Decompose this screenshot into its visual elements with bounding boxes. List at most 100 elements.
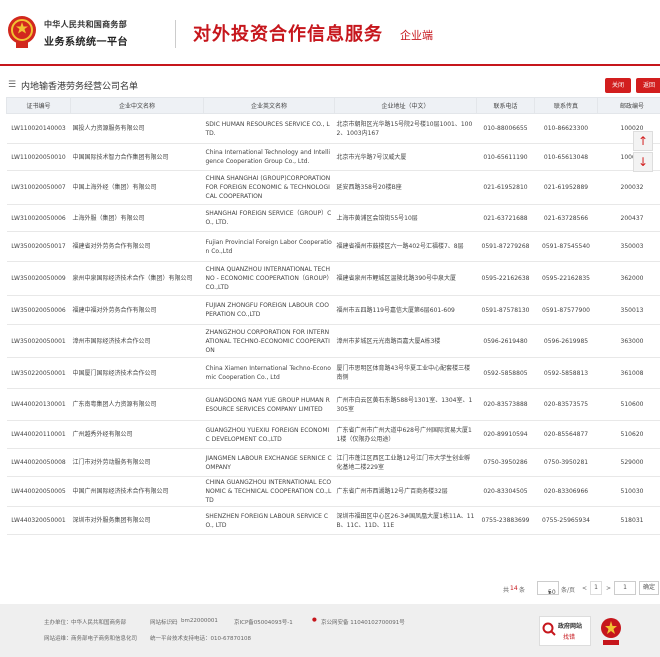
cert-number: LW310020050006: [6, 204, 71, 232]
scroll-down-button[interactable]: ↓: [633, 152, 653, 172]
fax: 010-65613048: [534, 143, 598, 171]
table-row[interactable]: LW440020130001 广东南粤集团人力资源有限公司 GUANGDONG NA…: [6, 388, 660, 421]
cert-number: LW440320050001: [6, 506, 71, 535]
table-row[interactable]: LW440020050005 中国广州国际经济技术合作有限公司 CHINA GUAN…: [6, 476, 660, 507]
arrow-down-icon: ↓: [637, 155, 649, 169]
phone: 0595-22162638: [476, 261, 535, 296]
company-address: 福建省福州市鼓楼区六一路402号汇福楼7、8层: [334, 231, 477, 262]
goto-input[interactable]: 1: [614, 581, 636, 595]
company-address: 深圳市福田区中心区26-3#国凤凰大厦1栋11A、11B、11C、11D、11E: [334, 506, 477, 535]
hotline: 统一平台技术支持电话：010-67870108: [150, 636, 251, 642]
cert-number: LW350220050001: [6, 357, 71, 389]
company-name-cn: 广东南粤集团人力资源有限公司: [70, 388, 204, 421]
company-name-en: GUANGDONG NAM YUE GROUP HUMAN RESOURCE S…: [203, 388, 335, 421]
cert-number: LW440020110001: [6, 420, 71, 449]
company-name-en: CHINA SHANGHAI (GROUP)CORPORATION FOR FO…: [203, 170, 335, 205]
phone: 010-65611190: [476, 143, 535, 171]
scroll-up-button[interactable]: ↑: [633, 131, 653, 151]
table-row[interactable]: LW350220050001 中国厦门国际经济技术合作公司 China Xiamen…: [6, 357, 660, 389]
postal-code: 200032: [597, 170, 660, 205]
fax: 010-86623300: [534, 113, 598, 144]
phone: 0592-5858805: [476, 357, 535, 389]
phone: 020-89910594: [476, 420, 535, 449]
table-row[interactable]: LW110020050010 中国国际技术智力合作集团有限公司 China Inte…: [6, 143, 660, 171]
table-row[interactable]: LW350020050006 福建中福对外劳务合作有限公司 FUJIAN ZHONG…: [6, 295, 660, 325]
section-toolbar: ☰ 内地输香港劳务经营公司名单 关闭 返回: [0, 74, 660, 96]
column-header: 企业地址（中文）: [334, 97, 477, 114]
postal-code: 510620: [597, 420, 660, 449]
total-prefix: 共: [503, 587, 510, 594]
fax: 020-85564877: [534, 420, 598, 449]
table-row[interactable]: LW310020050007 中国上海外经（集团）有限公司 CHINA SHANGH…: [6, 170, 660, 205]
page-size-select[interactable]: 50 ▾: [537, 581, 559, 596]
table-row[interactable]: LW310020050006 上海外服（集团）有限公司 SHANGHAI FOREI…: [6, 204, 660, 232]
sponsor-label: 主办单位：: [44, 620, 72, 626]
table-row[interactable]: LW440020110001 广州越秀外经有限公司 GUANGZHOU YUEXIU…: [6, 420, 660, 449]
cert-number: LW350020050001: [6, 324, 71, 358]
company-name-cn: 福建省对外劳务合作有限公司: [70, 231, 204, 262]
table-row[interactable]: LW350020050009 泉州中泉国际经济技术合作（集团）有限公司 CHINA …: [6, 261, 660, 296]
cert-number: LW350020050017: [6, 231, 71, 262]
company-address: 福建省泉州市鲤城区温陵北路390号中泉大厦: [334, 261, 477, 296]
table-row[interactable]: LW440320050001 深圳市对外服务集团有限公司 SHENZHEN FORE…: [6, 506, 660, 535]
company-address: 江门市蓬江区西区工业路12号江门市大学生创业孵化基地二楼229室: [334, 448, 477, 477]
list-icon: ☰: [8, 80, 17, 90]
company-name-en: CHINA GUANGZHOU INTERNATIONAL ECONOMIC &…: [203, 476, 335, 507]
find-error-label: 找错: [563, 634, 576, 641]
postal-code: 362000: [597, 261, 660, 296]
company-name-en: FUJIAN ZHONGFU FOREIGN LABOUR COOPERATIO…: [203, 295, 335, 325]
police-record: 京公网安备 11040102700091号: [321, 620, 405, 626]
fax: 0591-87545540: [534, 231, 598, 262]
cert-number: LW110020140003: [6, 113, 71, 144]
postal-code: 350013: [597, 295, 660, 325]
phone: 020-83573888: [476, 388, 535, 421]
fax: 0755-25965934: [534, 506, 598, 535]
header-divider: [175, 20, 176, 48]
company-name-cn: 广州越秀外经有限公司: [70, 420, 204, 449]
company-name-en: China Xiamen International Techno-Econom…: [203, 357, 335, 389]
phone: 0750-3950286: [476, 448, 535, 477]
fax: 020-83306966: [534, 476, 598, 507]
fax: 0592-5858813: [534, 357, 598, 389]
table-row[interactable]: LW350020050017 福建省对外劳务合作有限公司 Fujian Provin…: [6, 231, 660, 262]
site-code-label: 网站标识码: [150, 620, 178, 626]
company-name-cn: 中国广州国际经济技术合作有限公司: [70, 476, 204, 507]
company-name-en: SDIC HUMAN RESOURCES SERVICE CO., LTD.: [203, 113, 335, 144]
company-name-cn: 福建中福对外劳务合作有限公司: [70, 295, 204, 325]
ops-label: 网站运维：: [44, 636, 72, 642]
column-header: 邮政编号: [597, 97, 660, 114]
postal-code: 529000: [597, 448, 660, 477]
phone: 0591-87578130: [476, 295, 535, 325]
close-button[interactable]: 关闭: [605, 78, 631, 93]
fax: 021-63728566: [534, 204, 598, 232]
confirm-button[interactable]: 确定: [639, 581, 659, 595]
back-button[interactable]: 返回: [636, 78, 660, 93]
national-emblem-icon: [8, 16, 36, 48]
next-page-button[interactable]: >: [606, 585, 611, 592]
table-row[interactable]: LW110020140003 国投人力资源服务有限公司 SDIC HUMAN RES…: [6, 113, 660, 144]
table-row[interactable]: LW350020050001 漳州市国际经济技术合作公司 ZHANGZHOU COR…: [6, 324, 660, 358]
org-name: 中华人民共和国商务部: [44, 20, 127, 29]
postal-code: 518031: [597, 506, 660, 535]
table-header-row: 证书编号 企业中文名称 企业英文名称 企业地址（中文） 联系电话 联系传真 邮政编号: [6, 97, 660, 114]
column-header: 联系传真: [534, 97, 598, 114]
company-name-en: China International Technology and Intel…: [203, 143, 335, 171]
phone: 0755-23883699: [476, 506, 535, 535]
icp-number: 京ICP备05004093号-1: [234, 620, 293, 626]
cert-number: LW440020050005: [6, 476, 71, 507]
gov-site-label: 政府网站: [558, 623, 583, 630]
company-address: 广东省广州市广州大道中628号广州国际贸易大厦11楼（仅限办公用途）: [334, 420, 477, 449]
police-badge-icon: ●: [312, 617, 317, 623]
table-row[interactable]: LW440020050008 江门市对外劳动服务有限公司 JIANGMEN LABO…: [6, 448, 660, 477]
company-name-en: SHANGHAI FOREIGN SERVICE（GROUP）CO., LTD.: [203, 204, 335, 232]
company-address: 广东省广州市西湖路12号广百商务楼32层: [334, 476, 477, 507]
sponsor: 中华人民共和国商务部: [71, 620, 127, 626]
prev-page-button[interactable]: <: [582, 585, 587, 592]
fax: 0591-87577900: [534, 295, 598, 325]
phone: 010-88006655: [476, 113, 535, 144]
company-name-en: CHINA QUANZHOU INTERNATIONAL TECHNO - EC…: [203, 261, 335, 296]
postal-code: 200437: [597, 204, 660, 232]
company-name-cn: 中国国际技术智力合作集团有限公司: [70, 143, 204, 171]
company-name-cn: 上海外服（集团）有限公司: [70, 204, 204, 232]
page-number[interactable]: 1: [590, 581, 602, 595]
